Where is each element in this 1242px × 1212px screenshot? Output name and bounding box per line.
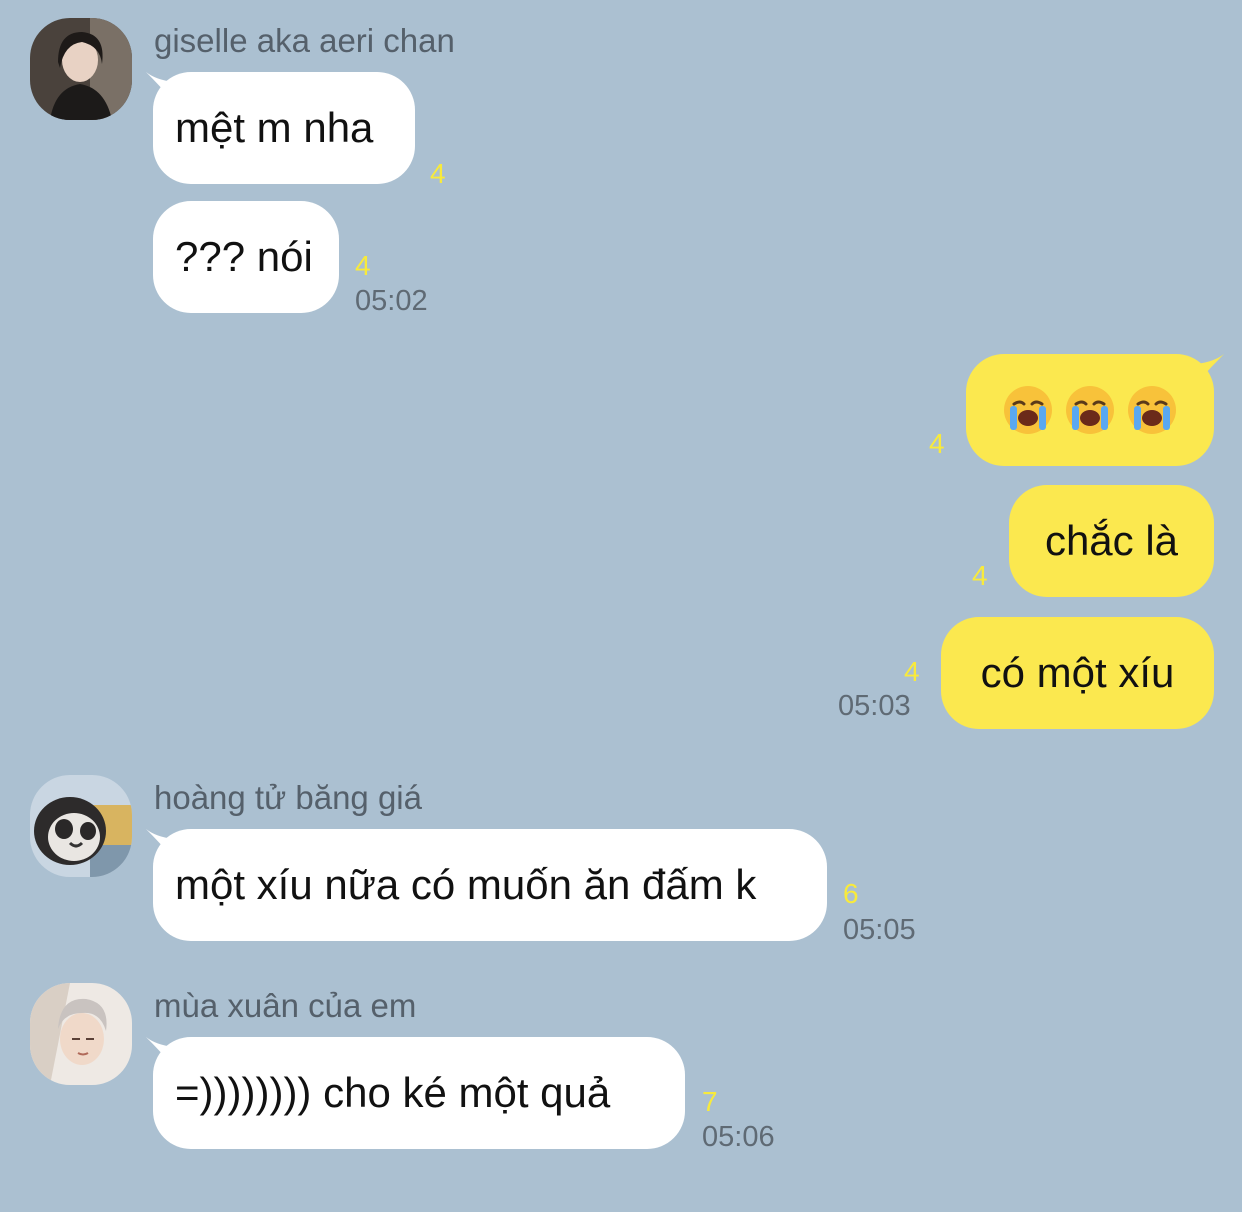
timestamp: 05:03 [838,690,911,722]
message-text: có một xíu [980,649,1175,696]
message-text: ??? nói [175,233,313,280]
unread-count: 7 [702,1086,718,1117]
unread-count: 4 [929,428,945,459]
sender-name: giselle aka aeri chan [154,22,455,59]
unread-count: 6 [843,878,859,909]
timestamp: 05:02 [355,285,428,317]
message-bubble[interactable]: một xíu nữa có muốn ăn đấm k [153,829,827,941]
unread-count: 4 [430,158,446,189]
avatar-giselle[interactable] [30,18,132,120]
message-text: một xíu nữa có muốn ăn đấm k [175,861,757,908]
message-bubble[interactable]: chắc là [1009,485,1214,597]
loudly-crying-face-icon [1126,384,1178,436]
message-bubble[interactable]: =)))))))) cho ké một quả [153,1037,685,1149]
avatar-hoang-tu-bang-gia[interactable] [30,775,132,877]
loudly-crying-face-icon [1064,384,1116,436]
message-bubble[interactable]: mệt m nha [153,72,415,184]
sender-name: mùa xuân của em [154,987,417,1024]
message-bubble[interactable]: ??? nói [153,201,339,313]
message-bubble[interactable] [966,354,1214,466]
message-bubble[interactable]: có một xíu [941,617,1214,729]
sender-name: hoàng tử băng giá [154,779,422,816]
avatar-mua-xuan-cua-em[interactable] [30,983,132,1085]
unread-count: 4 [972,560,988,591]
unread-count: 4 [355,250,371,281]
timestamp: 05:05 [843,914,916,946]
message-text: chắc là [1044,517,1179,564]
timestamp: 05:06 [702,1121,775,1153]
message-text: mệt m nha [175,104,374,151]
message-text: =)))))))) cho ké một quả [175,1069,611,1116]
unread-count: 4 [904,656,920,687]
loudly-crying-face-icon [1002,384,1054,436]
